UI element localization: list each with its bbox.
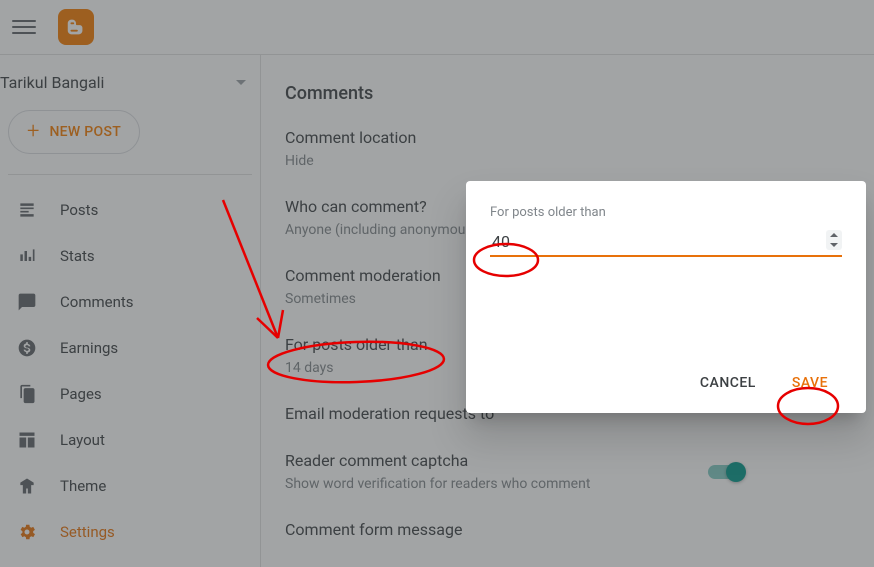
number-spinner bbox=[826, 230, 842, 250]
days-input[interactable] bbox=[490, 230, 842, 257]
dialog-input-wrap bbox=[490, 230, 842, 257]
dialog-for-posts-older: For posts older than CANCEL SAVE bbox=[466, 181, 866, 413]
cancel-button[interactable]: CANCEL bbox=[686, 367, 770, 399]
save-button[interactable]: SAVE bbox=[778, 367, 842, 399]
spinner-up-icon[interactable] bbox=[826, 230, 842, 240]
dialog-title: For posts older than bbox=[490, 205, 842, 220]
dialog-actions: CANCEL SAVE bbox=[490, 367, 842, 399]
spinner-down-icon[interactable] bbox=[826, 240, 842, 250]
